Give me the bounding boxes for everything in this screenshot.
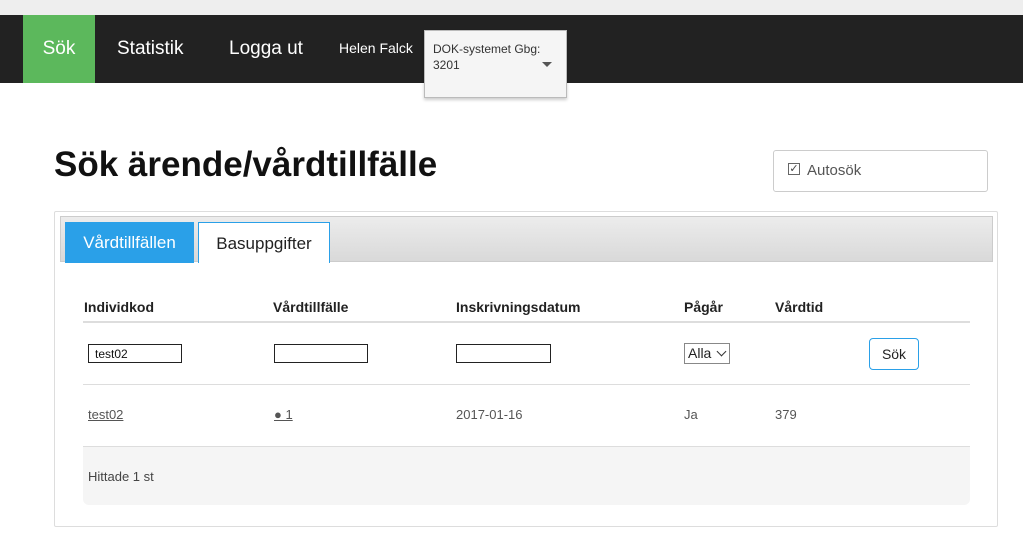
chevron-down-icon: [716, 346, 727, 357]
nav-user-name: Helen Falck: [339, 40, 413, 56]
unit-select[interactable]: DOK-systemet Gbg: 3201: [424, 30, 567, 98]
row-divider: [83, 384, 970, 385]
search-button[interactable]: Sök: [869, 338, 919, 370]
column-header-pagar[interactable]: Pågår: [684, 299, 723, 315]
tab-bar: Vårdtillfällen Basuppgifter: [60, 216, 993, 263]
vardtillfalle-link[interactable]: ● 1: [274, 407, 293, 422]
browser-top-strip: [0, 0, 1023, 15]
pagar-filter-select[interactable]: Alla: [684, 343, 730, 364]
unit-select-line1: DOK-systemet Gbg:: [433, 42, 541, 56]
table-row-inskrivningsdatum: 2017-01-16: [456, 407, 523, 422]
autosok-toggle[interactable]: ✓ Autosök: [773, 150, 988, 192]
header-divider: [83, 321, 970, 323]
individkod-link[interactable]: test02: [88, 407, 123, 422]
results-footer: Hittade 1 st: [83, 447, 970, 505]
nav-sok[interactable]: Sök: [23, 15, 95, 83]
inskrivningsdatum-filter-input[interactable]: [456, 344, 551, 363]
column-header-inskrivningsdatum[interactable]: Inskrivningsdatum: [456, 299, 580, 315]
individkod-filter-input[interactable]: [88, 344, 182, 363]
checkbox-icon[interactable]: ✓: [788, 163, 800, 175]
column-header-vardtid[interactable]: Vårdtid: [775, 299, 823, 315]
autosok-label: Autosök: [807, 162, 862, 179]
vardtillfalle-filter-input[interactable]: [274, 344, 368, 363]
column-header-individkod[interactable]: Individkod: [84, 299, 154, 315]
nav-statistik[interactable]: Statistik: [117, 15, 184, 83]
page-title: Sök ärende/vårdtillfälle: [54, 145, 438, 184]
tab-vardtillfallen[interactable]: Vårdtillfällen: [65, 222, 194, 263]
caret-down-icon: [542, 62, 552, 67]
tab-basuppgifter[interactable]: Basuppgifter: [198, 222, 330, 263]
nav-logga-ut[interactable]: Logga ut: [229, 15, 303, 83]
table-row-pagar: Ja: [684, 407, 698, 422]
table-row-vardtid: 379: [775, 407, 797, 422]
column-header-vardtillfalle[interactable]: Vårdtillfälle: [273, 299, 348, 315]
results-count: Hittade 1 st: [88, 469, 154, 484]
unit-select-line2: 3201: [433, 58, 460, 72]
table-row-individkod: test02: [88, 407, 123, 422]
pagar-filter-value: Alla: [688, 345, 712, 361]
table-row-vardtillfalle: ● 1: [274, 407, 293, 422]
